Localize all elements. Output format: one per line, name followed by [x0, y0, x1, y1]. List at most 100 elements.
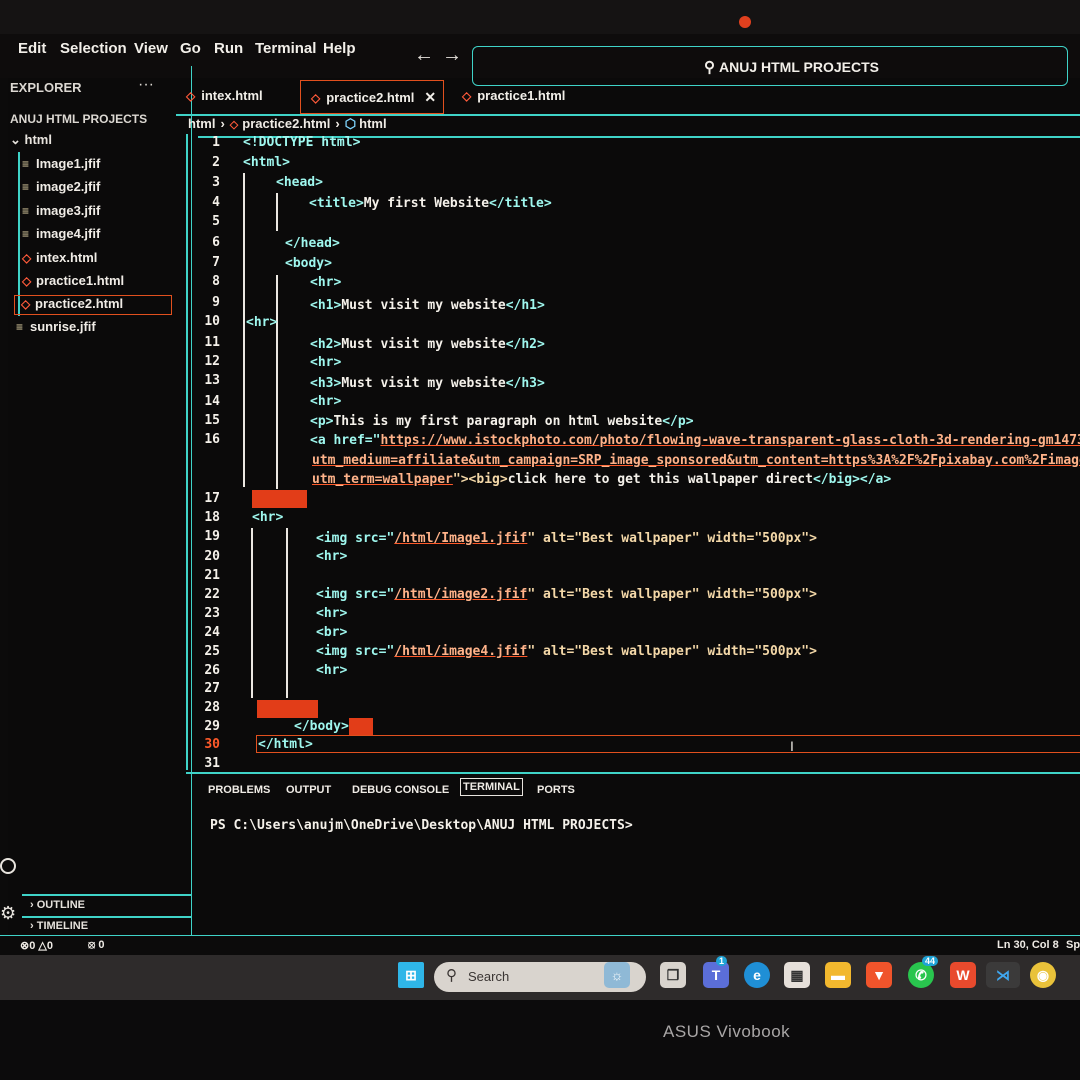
code-line[interactable]: <hr>	[316, 606, 347, 621]
breadcrumb-symbol[interactable]: html	[359, 116, 386, 131]
menu-run[interactable]: Run	[214, 40, 243, 57]
code-line[interactable]: </body>	[294, 719, 349, 734]
outline-section[interactable]: › OUTLINE	[30, 899, 85, 911]
menu-help[interactable]: Help	[323, 40, 356, 57]
chevron-right-icon: ›	[30, 899, 37, 911]
code-line[interactable]: <body>	[285, 256, 332, 271]
gear-icon[interactable]: ⚙	[0, 903, 16, 924]
html-file-icon: ◇	[229, 119, 239, 131]
html-file-icon: ◇	[186, 89, 196, 103]
code-line[interactable]: <!DOCTYPE html>	[243, 135, 360, 150]
code-line[interactable]: <a href="https://www.istockphoto.com/pho…	[310, 433, 1080, 448]
terminal-prompt[interactable]: PS C:\Users\anujm\OneDrive\Desktop\ANUJ …	[210, 818, 633, 833]
panel-tab-terminal[interactable]: TERMINAL	[460, 778, 523, 796]
file-image2[interactable]: ≡ image2.jfif	[22, 179, 100, 194]
gutter-border	[186, 134, 188, 770]
command-center-label: ⚲ ANUJ HTML PROJECTS	[704, 59, 879, 76]
code-line[interactable]: <title>My first Website</title>	[309, 196, 552, 211]
menu-go[interactable]: Go	[180, 40, 201, 57]
folder-html[interactable]: ⌄ html	[10, 132, 52, 148]
code-line-wrapped[interactable]: utm_medium=affiliate&utm_campaign=SRP_im…	[312, 453, 1080, 468]
explorer-sidebar	[8, 66, 192, 938]
file-sunrise[interactable]: ≡ sunrise.jfif	[16, 319, 96, 334]
code-line[interactable]: <hr>	[246, 315, 277, 330]
error-highlight	[349, 718, 373, 735]
tab-practice2-html[interactable]: ◇ practice2.html ✕	[300, 80, 444, 114]
code-line[interactable]: <h2>Must visit my website</h2>	[310, 337, 545, 352]
code-line[interactable]: <p>This is my first paragraph on html we…	[310, 414, 694, 429]
panel-tab-output[interactable]: OUTPUT	[286, 784, 331, 796]
timeline-section[interactable]: › TIMELINE	[30, 920, 88, 932]
code-line[interactable]: <html>	[243, 155, 290, 170]
file-image1[interactable]: ≡ Image1.jfif	[22, 156, 100, 171]
code-line[interactable]: <hr>	[310, 275, 341, 290]
code-line[interactable]: <hr>	[252, 510, 283, 525]
line-number: 25	[204, 644, 220, 659]
file-image3[interactable]: ≡ image3.jfif	[22, 203, 100, 218]
teams-icon[interactable]: T	[703, 962, 729, 988]
indent-guide	[286, 528, 288, 698]
back-arrow-icon[interactable]: ←	[414, 44, 434, 67]
panel-divider	[186, 772, 1080, 774]
code-line[interactable]: <hr>	[316, 549, 347, 564]
code-line-wrapped[interactable]: utm_term=wallpaper"><big>click here to g…	[312, 472, 891, 487]
code-line[interactable]: <hr>	[316, 663, 347, 678]
file-practice2-html[interactable]: ◇ practice2.html	[14, 295, 172, 315]
panel-tab-ports[interactable]: PORTS	[537, 784, 575, 796]
indent-guide	[276, 193, 278, 231]
breadcrumb-file[interactable]: practice2.html	[242, 116, 330, 131]
code-line[interactable]: <head>	[276, 175, 323, 190]
menu-edit[interactable]: Edit	[18, 40, 46, 57]
edge-icon[interactable]: e	[744, 962, 770, 988]
account-icon[interactable]	[0, 858, 16, 874]
menu-terminal[interactable]: Terminal	[255, 40, 316, 57]
store-icon[interactable]: ▦	[784, 962, 810, 988]
chevron-down-icon: ⌄	[10, 132, 25, 147]
line-number: 8	[212, 274, 220, 289]
file-image4[interactable]: ≡ image4.jfif	[22, 226, 100, 241]
problems-status[interactable]: ⊗0 △0	[20, 939, 53, 952]
wps-office-icon[interactable]: W	[950, 962, 976, 988]
code-line[interactable]: <img src="/html/Image1.jfif" alt="Best w…	[316, 531, 817, 546]
breadcrumb-folder[interactable]: html	[188, 116, 215, 131]
code-line[interactable]: <h1>Must visit my website</h1>	[310, 298, 545, 313]
line-number: 7	[212, 255, 220, 270]
panel-tab-debug-console[interactable]: DEBUG CONSOLE	[352, 784, 449, 796]
code-line-current[interactable]: </html>	[258, 737, 313, 752]
menu-view[interactable]: View	[134, 40, 168, 57]
panel-tab-problems[interactable]: PROBLEMS	[208, 784, 270, 796]
vscode-icon[interactable]: ⋊	[986, 962, 1020, 988]
close-icon[interactable]: ✕	[424, 89, 436, 105]
menu-selection[interactable]: Selection	[60, 40, 127, 57]
code-line[interactable]: <br>	[316, 625, 347, 640]
file-intex-html[interactable]: ◇ intex.html	[22, 250, 97, 265]
line-number: 9	[212, 295, 220, 310]
file-practice1-html[interactable]: ◇ practice1.html	[22, 273, 124, 288]
code-line[interactable]: <h3>Must visit my website</h3>	[310, 376, 545, 391]
forward-arrow-icon[interactable]: →	[442, 44, 462, 67]
project-folder[interactable]: ANUJ HTML PROJECTS	[10, 112, 147, 126]
activity-bar	[0, 78, 8, 938]
widgets-icon[interactable]: ☼	[604, 962, 630, 988]
windows-start-icon[interactable]: ⊞	[398, 962, 424, 988]
teams-badge: 1	[716, 956, 728, 966]
chrome-icon[interactable]: ◉	[1030, 962, 1056, 988]
code-line[interactable]: <hr>	[310, 394, 341, 409]
file-explorer-icon[interactable]: ▬	[825, 962, 851, 988]
code-line[interactable]: </head>	[285, 236, 340, 251]
ports-status[interactable]: ⦻ 0	[88, 939, 104, 952]
tab-intex-html[interactable]: ◇ intex.html	[186, 80, 296, 114]
code-line[interactable]: <hr>	[310, 355, 341, 370]
code-line[interactable]: <img src="/html/image2.jfif" alt="Best w…	[316, 587, 817, 602]
line-number: 27	[204, 681, 220, 696]
code-line[interactable]: <img src="/html/image4.jfif" alt="Best w…	[316, 644, 817, 659]
line-number: 14	[204, 394, 220, 409]
more-actions-icon[interactable]: ···	[138, 76, 154, 94]
line-number: 17	[204, 491, 220, 506]
task-view-icon[interactable]: ❐	[660, 962, 686, 988]
broadcast-icon: ⦻	[88, 939, 96, 951]
indent-status[interactable]: Sp	[1066, 939, 1080, 951]
brave-icon[interactable]: ▼	[866, 962, 892, 988]
tab-practice1-html[interactable]: ◇ practice1.html	[462, 80, 594, 114]
cursor-position[interactable]: Ln 30, Col 8	[997, 939, 1059, 951]
